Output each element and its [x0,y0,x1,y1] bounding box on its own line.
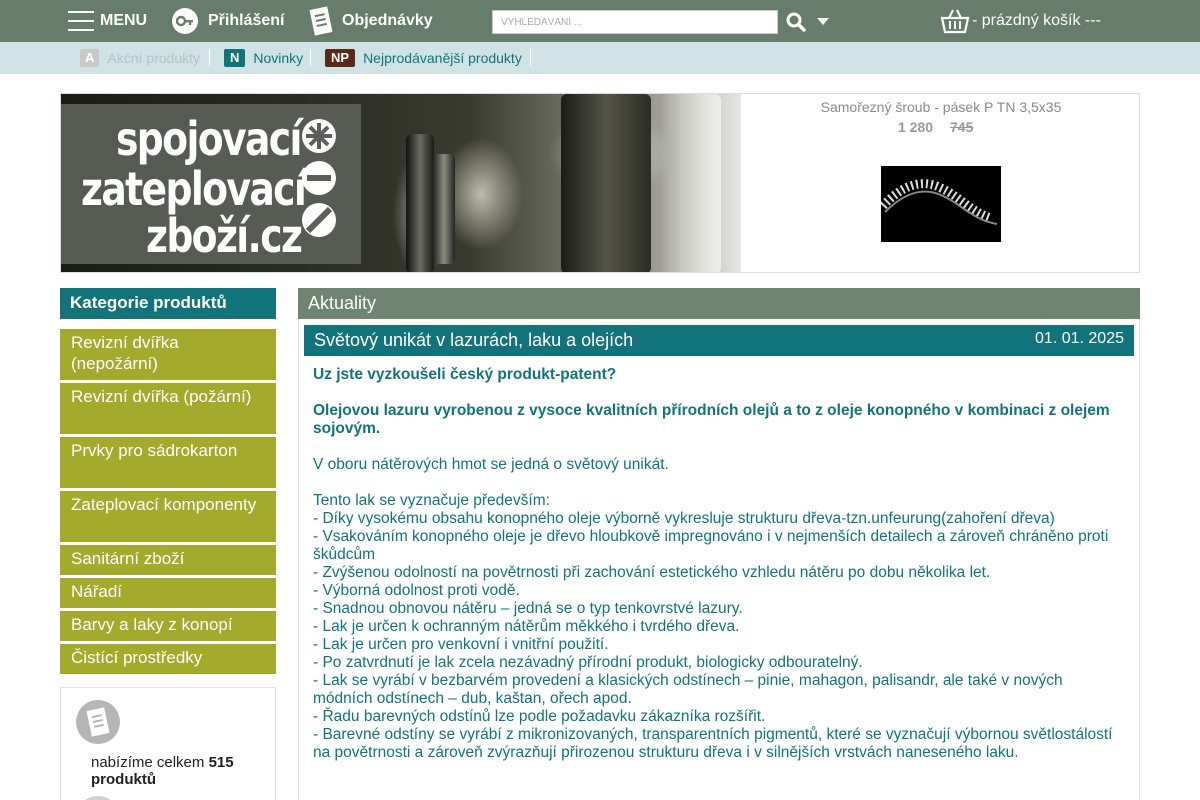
stats-count: 515 [208,754,234,771]
featured-product: Samořezný šroub - pásek P TN 3,5x35 1 28… [741,94,1139,272]
category-item[interactable]: Revizní dvířka (požární) [60,383,276,434]
secondary-navigation: A Akční produkty N Novinky NP Nejprodáva… [0,42,1200,74]
badge-a: A [80,48,100,67]
category-item[interactable]: Čistící prostředky [60,644,276,674]
bolt-decoration [433,154,455,264]
article-list-item: - Výborná odolnost proti vodě. [313,582,520,599]
article-list-item: - Po zatvrdnutí je lak zcela nezávadný p… [313,654,863,671]
header-banner: spojovací zateplovací zboží.cz Samořezný… [60,93,1140,273]
bolt-decoration [561,94,651,272]
category-item[interactable]: Sanitární zboží [60,545,276,575]
logo-line: zateplovací [81,162,307,216]
article-list-item: - Snadnou obnovou nátěru – jedná se o ty… [313,600,743,617]
menu-button[interactable]: MENU [68,0,147,42]
badge-n: N [224,48,246,67]
product-count-text: nabízíme celkem 515 produktů [91,754,261,788]
article-list-item: - Barevné odstíny se vyrábí z mikronizov… [313,726,1113,761]
category-item[interactable]: Revizní dvířka (nepožární) [60,329,276,380]
logo-symbol-icon [302,119,336,237]
subnav-label: Akční produkty [107,49,200,66]
hamburger-icon [68,11,94,31]
categories-heading: Kategorie produktů [60,288,276,319]
article-body: Uz jste vyzkoušeli český produkt-patent?… [313,366,1113,762]
article-list-item: - Lak je určen k ochranným nátěrům měkké… [313,618,740,635]
logo-line: spojovací [116,112,302,166]
basket-icon [940,9,970,34]
bolt-decoration [406,134,434,272]
cart-button[interactable]: - prázdný košík --- [940,0,1101,42]
site-logo[interactable]: spojovací zateplovací zboží.cz [61,104,361,264]
featured-product-old-price: 745 [950,119,974,135]
article-list-item: - Řadu barevných odstínů lze podle požad… [313,708,766,725]
document-icon [309,6,333,36]
stats-prefix: nabízíme celkem [91,754,205,771]
light-overlay [661,94,721,272]
search-button[interactable] [784,10,808,34]
divider [530,49,531,66]
article-list-item: - Vsakováním konopného oleje je dřevo hl… [313,528,1109,563]
divider [310,49,311,66]
login-button[interactable]: Přihlášení [172,0,284,42]
category-item[interactable]: Nářadí [60,578,276,608]
article-list-item: - Lak se vyrábí v bezbarvém provedení a … [313,672,1063,707]
subnav-label: Novinky [253,49,304,66]
top-navigation-bar: MENU Přihlášení Objednávky - prázdný koš… [0,0,1200,42]
login-label: Přihlášení [208,12,285,29]
featured-product-price: 1 280 [898,119,934,135]
menu-label: MENU [100,12,148,29]
stats-suffix: produktů [91,771,156,788]
category-item[interactable]: Prvky pro sádrokarton [60,437,276,488]
featured-product-image[interactable] [879,166,1001,242]
divider [209,49,210,66]
article-list-item: - Zvýšenou odolností na povětrnosti při … [313,564,991,581]
subnav-label: Nejprodávanější produkty [363,49,522,66]
search-icon [786,12,806,32]
article-intro: Olejovou lazuru vyrobenou z vysoce kvali… [313,402,1110,437]
subnav-item-news[interactable]: N Novinky [224,48,303,67]
category-item[interactable]: Barvy a laky z konopí [60,611,276,641]
article-title: Světový unikát v lazurách, laku a olejíc… [314,330,634,350]
category-item[interactable]: Zateplovací komponenty [60,491,276,542]
article-list-item: - Díky vysokému obsahu konopného oleje v… [313,510,1055,527]
article-header[interactable]: Světový unikát v lazurách, laku a olejíc… [304,325,1134,356]
product-stats-box: nabízíme celkem 515 produktů [60,687,276,800]
article-paragraph: V oboru nátěrových hmot se jedná o světo… [313,456,669,473]
list-document-icon [76,700,120,744]
search-input[interactable] [492,10,778,34]
article-intro: Uz jste vyzkoušeli český produkt-patent? [313,366,617,383]
cart-label: - prázdný košík --- [972,12,1101,29]
article-list-intro: Tento lak se vyznačuje především: [313,492,550,509]
news-heading: Aktuality [298,288,1140,319]
logo-line: zboží.cz [146,209,303,263]
key-icon [172,8,198,34]
subnav-item-bestsellers[interactable]: NP Nejprodávanější produkty [325,48,522,67]
info-icon [76,796,120,800]
badge-np: NP [325,48,356,67]
orders-label: Objednávky [342,12,433,29]
featured-product-name[interactable]: Samořezný šroub - pásek P TN 3,5x35 [741,99,1139,115]
subnav-item-action-products[interactable]: A Akční produkty [80,48,200,67]
article-list-item: - Lak je určen pro venkovní i vnitřní po… [313,636,609,653]
chevron-down-icon[interactable] [817,18,829,25]
orders-button[interactable]: Objednávky [308,0,433,42]
article-date: 01. 01. 2025 [1035,330,1124,347]
